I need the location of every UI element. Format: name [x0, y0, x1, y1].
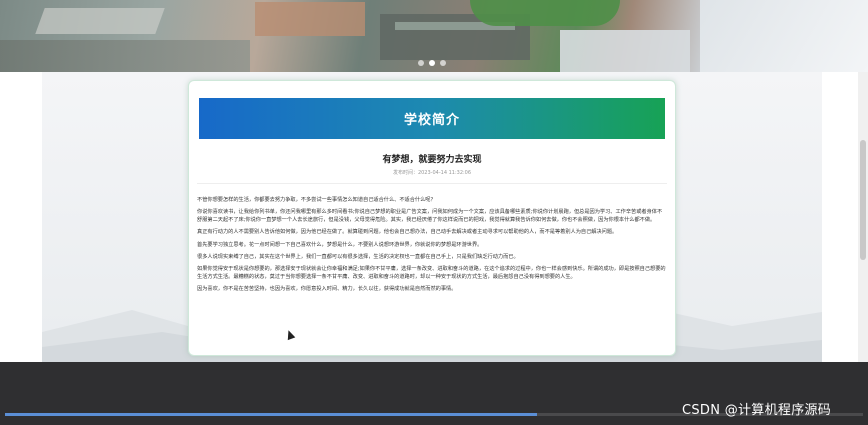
watermark-text: CSDN @计算机程序源码	[682, 403, 832, 418]
school-intro-card: 学校简介 有梦想，就要努力去实现 发布时间：2023-04-14 11:32:0…	[188, 80, 676, 356]
article-paragraph: 很多人说现实束缚了自己，其实在这个世界上，我们一直都可以有很多选择，生活的决定权…	[197, 254, 519, 261]
article-paragraph: 真正有行动力的人不需要别人告诉他如何做，因为他已经在做了。就算碰到问题，他也会自…	[197, 229, 618, 236]
article-title: 有梦想，就要努力去实现	[382, 155, 482, 165]
card-title: 学校简介	[403, 113, 460, 128]
video-progress-fill	[5, 413, 537, 416]
card-header: 学校简介	[199, 98, 665, 139]
scrollbar-thumb[interactable]	[860, 140, 866, 260]
article-paragraph: 不管你想要怎样的生活，你都要去努力争取，不多尝试一些事情怎么知道自己适合什么、不…	[197, 197, 436, 203]
carousel-dot[interactable]	[440, 60, 446, 66]
article-paragraph: 你说你喜欢读书，让我给你列书单，你还问我哪里有那么多时间看书;你说自己梦想的职业…	[197, 209, 663, 223]
article-content: 不管你想要怎样的生活，你都要去努力争取，不多尝试一些事情怎么知道自己适合什么、不…	[197, 197, 667, 299]
article-publish-time: 发布时间：2023-04-14 11:32:06	[392, 170, 472, 176]
article-paragraph: 首先要学习独立思考。花一点时间想一下自己喜欢什么，梦想是什么，不要别人说想环游世…	[197, 241, 483, 248]
carousel-dot[interactable]	[418, 60, 424, 66]
carousel-indicator	[418, 60, 446, 66]
article-paragraph: 如果你觉得安于现状是你想要的，那选择安于现状就会让你幸福和满足;如果你不甘平庸，…	[197, 266, 666, 280]
carousel-dot-active[interactable]	[429, 60, 435, 66]
article-paragraph: 因为喜欢，你不是在苦苦坚持，也因为喜欢，你愿意投入时间、精力，长久以往，获得成功…	[197, 286, 457, 293]
hero-banner-image	[0, 0, 868, 72]
divider	[197, 183, 667, 184]
